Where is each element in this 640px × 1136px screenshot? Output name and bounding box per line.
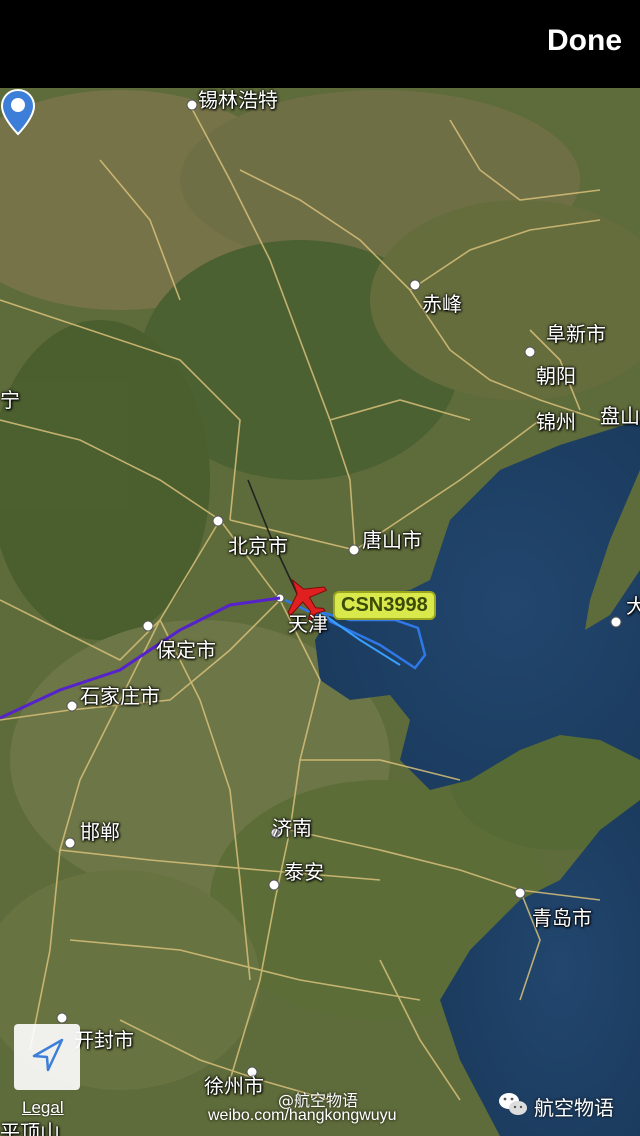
city-label-pingdingshan: 平顶山 <box>0 1120 60 1136</box>
city-label-ning: 宁 <box>0 388 20 412</box>
top-bar: Done <box>0 0 640 88</box>
city-label-dalian: 大 <box>626 594 640 618</box>
city-label-kaifeng: 开封市 <box>74 1028 134 1052</box>
map-screen: Done 锡林浩特 赤峰 阜新市 朝阳 锦州 盘山 宁 北京市 唐山市 天津 保… <box>0 0 640 1136</box>
flight-callsign-tag[interactable]: CSN3998 <box>333 591 436 620</box>
done-button[interactable]: Done <box>547 24 622 58</box>
location-arrow-icon <box>32 1038 64 1072</box>
legal-link[interactable]: Legal <box>22 1098 64 1118</box>
wechat-logo-icon <box>499 1093 527 1115</box>
satellite-map[interactable]: 锡林浩特 赤峰 阜新市 朝阳 锦州 盘山 宁 北京市 唐山市 天津 保定市 石家… <box>0 88 640 1136</box>
city-label-xuzhou: 徐州市 <box>204 1074 264 1098</box>
watermark-wechat-name: 航空物语 <box>534 1096 614 1120</box>
city-label-baoding: 保定市 <box>156 638 216 662</box>
city-label-jinan: 济南 <box>272 816 312 840</box>
destination-pin-icon[interactable] <box>0 88 36 136</box>
city-label-fuxin: 阜新市 <box>546 322 606 346</box>
location-button[interactable] <box>14 1024 80 1090</box>
city-label-taian: 泰安 <box>284 860 324 884</box>
city-label-xilinhot: 锡林浩特 <box>198 88 278 112</box>
city-label-chaoyang: 朝阳 <box>536 364 576 388</box>
city-label-qingdao: 青岛市 <box>532 906 592 930</box>
city-label-beijing: 北京市 <box>228 534 288 558</box>
city-label-chifeng: 赤峰 <box>422 292 462 316</box>
city-label-panshan: 盘山 <box>600 404 640 428</box>
city-label-shijiazhuang: 石家庄市 <box>80 684 160 708</box>
city-label-tangshan: 唐山市 <box>362 528 422 552</box>
city-label-tianjin: 天津 <box>288 612 328 636</box>
city-label-handan: 邯郸 <box>80 820 120 844</box>
watermark-weibo-url: weibo.com/hangkongwuyu <box>208 1107 397 1124</box>
city-label-jinzhou: 锦州 <box>536 410 576 434</box>
